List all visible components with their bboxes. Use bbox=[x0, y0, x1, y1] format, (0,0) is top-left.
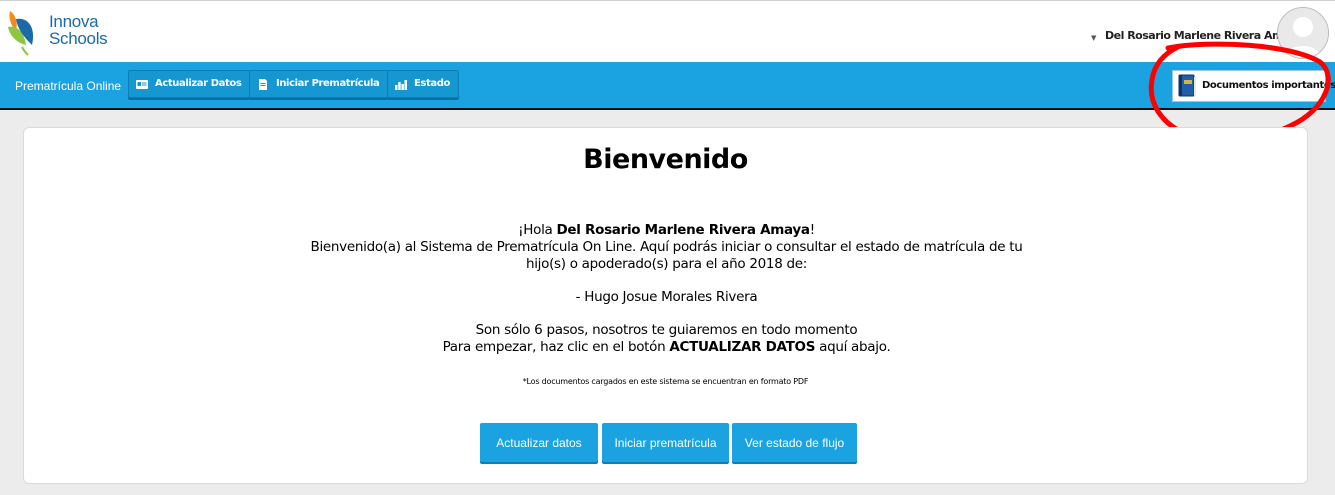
nav-update-data-label: Actualizar Datos bbox=[155, 78, 242, 89]
nav-brand[interactable]: Prematrícula Online bbox=[15, 79, 121, 93]
nav-status-label: Estado bbox=[414, 78, 450, 89]
student-name: - Hugo Josue Morales Rivera bbox=[575, 289, 758, 305]
page-title: Bienvenido bbox=[583, 144, 748, 175]
update-data-button[interactable]: Actualizar datos bbox=[480, 423, 598, 462]
greeting-name: Del Rosario Marlene Rivera Amaya bbox=[556, 222, 810, 238]
welcome-card: Bienvenido ¡Hola Del Rosario Marlene Riv… bbox=[23, 127, 1308, 484]
logo-line2: Schools bbox=[49, 29, 108, 48]
book-icon bbox=[1178, 74, 1196, 97]
bar-chart-icon bbox=[395, 80, 407, 90]
steps-line: Son sólo 6 pasos, nosotros te guiaremos … bbox=[475, 322, 858, 338]
user-silhouette-icon bbox=[1278, 8, 1328, 58]
nav-start-prematricula-label: Iniciar Prematrícula bbox=[276, 78, 380, 89]
main-navbar: Prematrícula Online Actualizar Datos Ini… bbox=[0, 62, 1335, 110]
cta-button-reference: ACTUALIZAR DATOS bbox=[669, 339, 816, 355]
intro-line-1: Bienvenido(a) al Sistema de Prematrícula… bbox=[310, 239, 1023, 255]
document-icon bbox=[259, 79, 267, 90]
top-header: Innova Schools ▼ Del Rosario Marlene Riv… bbox=[0, 0, 1335, 62]
id-card-icon bbox=[136, 80, 148, 89]
nav-update-data-button[interactable]: Actualizar Datos bbox=[128, 70, 251, 98]
cta-prefix: Para empezar, haz clic en el botón bbox=[442, 339, 670, 355]
start-prematricula-button[interactable]: Iniciar prematrícula bbox=[602, 423, 729, 462]
nav-start-prematricula-button[interactable]: Iniciar Prematrícula bbox=[249, 70, 389, 98]
avatar[interactable] bbox=[1277, 7, 1329, 59]
greeting-prefix: ¡Hola bbox=[518, 222, 557, 238]
important-documents-button[interactable]: Documentos importantes bbox=[1172, 70, 1335, 102]
user-menu[interactable]: ▼ Del Rosario Marlene Rivera Amaya bbox=[1075, 1, 1335, 63]
important-documents-label: Documentos importantes bbox=[1202, 80, 1335, 91]
cta-line: Para empezar, haz clic en el botón ACTUA… bbox=[274, 339, 1059, 356]
cta-suffix: aquí abajo. bbox=[815, 339, 891, 355]
innova-schools-logo[interactable]: Innova Schools bbox=[6, 9, 126, 59]
logo-leaf-icon bbox=[8, 11, 34, 56]
chevron-down-icon[interactable]: ▼ bbox=[1091, 34, 1096, 42]
welcome-message: ¡Hola Del Rosario Marlene Rivera Amaya! … bbox=[274, 222, 1059, 356]
intro-line-2: hijo(s) o apoderado(s) para el año 2018 … bbox=[525, 256, 808, 272]
logo-line1: Innova bbox=[49, 12, 99, 31]
nav-status-button[interactable]: Estado bbox=[387, 70, 459, 98]
greeting-line: ¡Hola Del Rosario Marlene Rivera Amaya! bbox=[274, 222, 1059, 239]
user-name[interactable]: Del Rosario Marlene Rivera Amaya bbox=[1105, 29, 1304, 42]
pdf-note: *Los documentos cargados en este sistema… bbox=[522, 377, 809, 386]
greeting-suffix: ! bbox=[809, 222, 815, 238]
logo-text: Innova Schools bbox=[49, 12, 108, 48]
view-flow-status-button[interactable]: Ver estado de flujo bbox=[732, 423, 857, 462]
